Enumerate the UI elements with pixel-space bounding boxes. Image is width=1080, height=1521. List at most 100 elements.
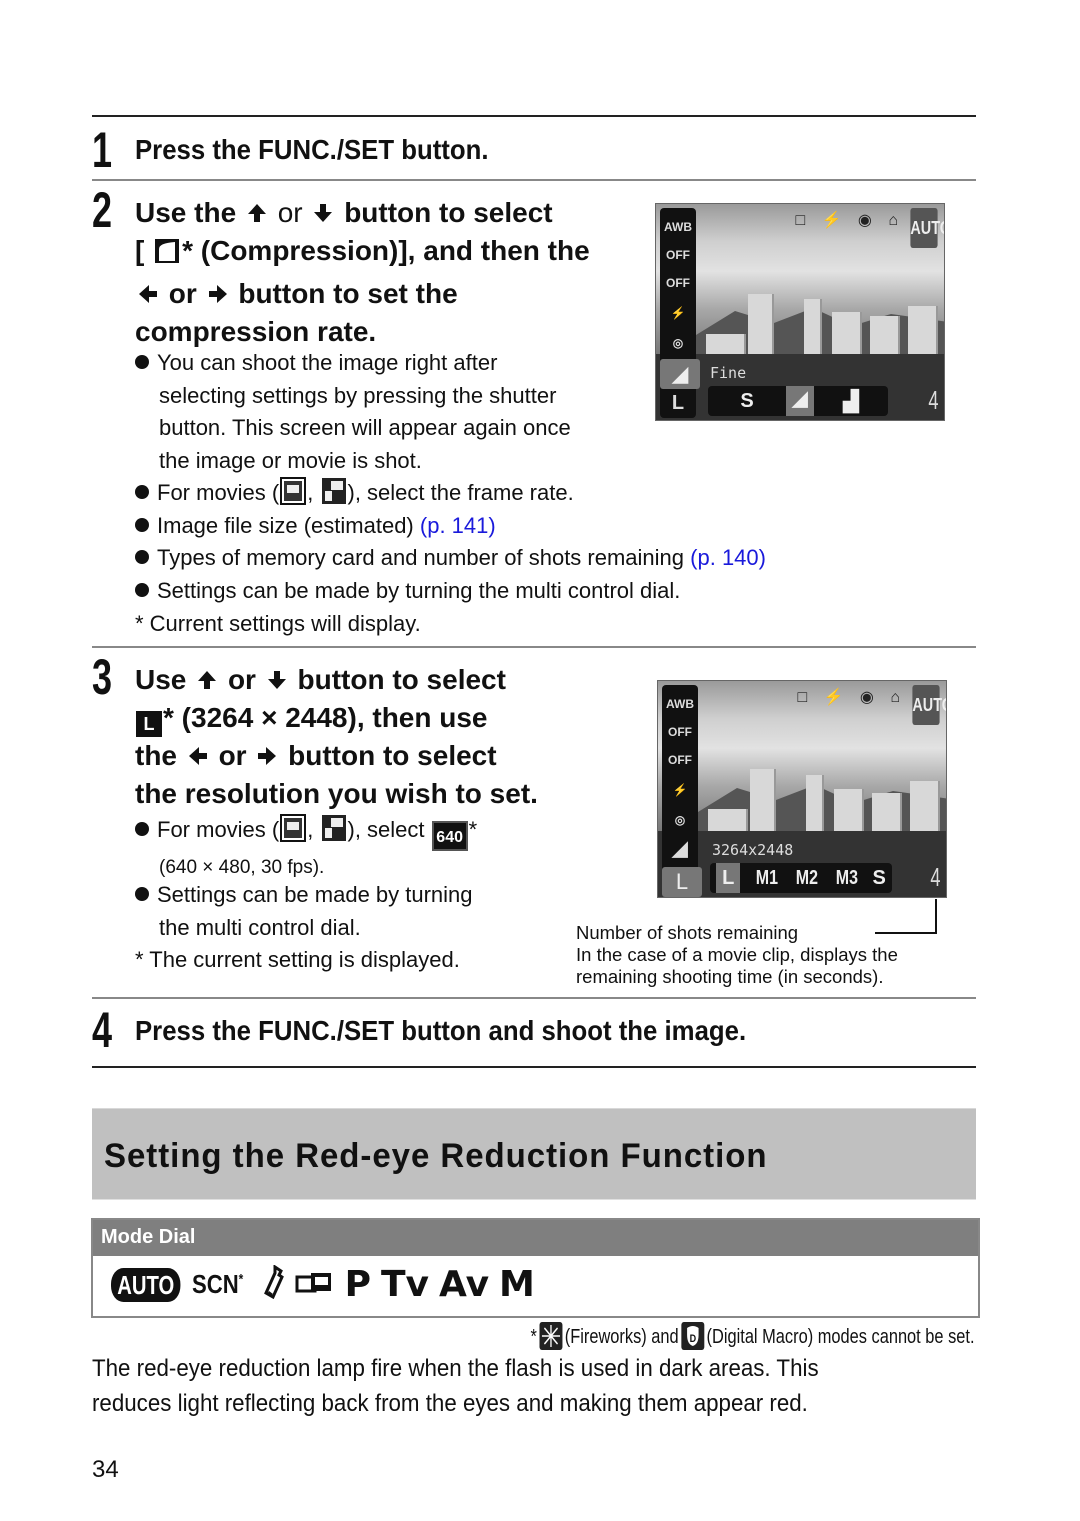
text: the image or movie is shot. — [159, 447, 422, 473]
text: * (Compression)], and then the — [182, 235, 590, 266]
mode-dial-box: Mode Dial AUTO SCN* P Tv Av M — [91, 1218, 980, 1318]
text: * — [468, 817, 478, 842]
mode-color-accent-icon — [263, 1264, 285, 1304]
metering-icon: ◎ — [674, 813, 686, 827]
bullet-dot — [135, 518, 149, 532]
text: button to select — [344, 197, 553, 228]
text: ), select — [347, 817, 425, 842]
step-3-heading-line-2: L * (3264 × 2448), then use — [135, 699, 595, 737]
bullet-dot — [135, 822, 149, 836]
caption-label: Number of shots remaining — [576, 922, 799, 943]
text: Use the — [135, 197, 237, 228]
paragraph-line: The red-eye reduction lamp fire when the… — [92, 1355, 819, 1382]
option-m1: M1 — [755, 866, 778, 889]
shots-remaining: 4 — [929, 862, 940, 892]
step-4-heading: Press the FUNC./SET button and shoot the… — [135, 1015, 747, 1046]
bullet-movies-frame-rate: For movies (, ), select the frame rate. — [135, 477, 574, 515]
step-3-heading-line-1: Use or button to select — [135, 661, 595, 699]
movie-standard-icon — [280, 477, 307, 515]
option-m2: M2 — [795, 866, 818, 889]
awb-icon: AWB — [666, 697, 694, 711]
screen-status-icons: □ ⚡ ◉ ⌂ — [797, 689, 906, 706]
page-link-141[interactable]: (p. 141) — [420, 513, 496, 538]
compression-options: S ◢ ▟ — [708, 386, 888, 416]
text: * (3264 × 2448), then use — [163, 702, 488, 733]
camera-screen-resolution: AWB OFF OFF ⚡ ◎ ◢ L □ ⚡ ◉ ⌂ AUTO 3264x24… — [657, 680, 947, 898]
text: Types of memory card and number of shots… — [157, 545, 685, 570]
step-3-heading: Use or button to select L * (3264 × 2448)… — [135, 661, 595, 813]
mode-dial-header: Mode Dial — [93, 1220, 978, 1256]
paragraph-line: reduces light reflecting back from the e… — [92, 1389, 808, 1417]
resolution-selected-icon: L — [662, 867, 702, 897]
mode-auto-icon: AUTO — [111, 1267, 181, 1302]
text: or — [227, 664, 256, 695]
text: selecting settings by pressing the shutt… — [159, 382, 557, 408]
text: the multi control dial. — [159, 914, 361, 940]
shots-remaining-caption: Number of shots remaining In the case of… — [576, 922, 898, 988]
mode-tv: Tv — [380, 1264, 429, 1305]
shots-remaining: 4 — [927, 385, 938, 415]
text: Image file size (estimated) — [157, 513, 414, 538]
movie-640-icon: 640 — [431, 821, 468, 851]
movie-compact-icon — [321, 814, 347, 852]
step-divider-2 — [92, 646, 976, 648]
up-arrow-icon — [196, 663, 218, 689]
left-arrow-icon — [137, 277, 159, 303]
text: Settings can be made by turning — [157, 882, 473, 907]
step-2-heading-line-2: [ * (Compression)], and then the — [135, 232, 635, 275]
digital-macro-icon: D — [681, 1322, 705, 1350]
option-small: S — [872, 866, 886, 889]
section-title: Setting the Red-eye Reduction Function — [104, 1137, 768, 1175]
caption-text: remaining shooting time (in seconds). — [576, 966, 884, 987]
movie-standard-icon — [280, 814, 307, 852]
down-arrow-icon — [312, 196, 334, 222]
mode-dial-modes: AUTO SCN* P Tv Av M — [111, 1264, 535, 1305]
option-m3: M3 — [835, 866, 858, 889]
bullet-dot — [135, 355, 149, 369]
awb-icon: AWB — [664, 220, 692, 234]
bullet-multi-control-dial: Settings can be made by turning the mult… — [135, 575, 680, 608]
compression-selected-icon: ◢ — [660, 359, 700, 389]
compression-icon: ◢ — [672, 838, 688, 860]
text: or — [218, 740, 247, 771]
text: the — [135, 740, 177, 771]
bullet-memory-card: Types of memory card and number of shots… — [135, 542, 766, 575]
step-2-heading-line-4: compression rate. — [135, 316, 377, 347]
text: For movies ( — [157, 480, 280, 505]
movie-compact-icon — [321, 477, 347, 515]
step-3-note: * The current setting is displayed. — [135, 947, 460, 972]
option-large: L — [716, 863, 741, 893]
bullet-multi-control-dial: Settings can be made by turning the mult… — [135, 879, 473, 944]
step-2-note: * Current settings will display. — [135, 611, 421, 636]
caption-text: In the case of a movie clip, displays th… — [576, 944, 898, 965]
caption-leader-vertical — [935, 899, 937, 933]
step-2-number: 2 — [92, 182, 113, 238]
text: For movies ( — [157, 817, 280, 842]
text: button to select — [297, 664, 506, 695]
step-3-heading-line-4: the resolution you wish to set. — [135, 778, 538, 809]
section-banner: Setting the Red-eye Reduction Function — [92, 1108, 976, 1200]
option-fine: ◢ — [786, 386, 814, 416]
text: , — [307, 480, 314, 505]
bullet-dot — [135, 583, 149, 597]
up-arrow-icon — [246, 196, 268, 222]
text: Settings can be made by turning the mult… — [157, 578, 681, 603]
step-3-heading-line-3: the or button to select — [135, 737, 595, 775]
bullet-file-size: Image file size (estimated) (p. 141) — [135, 510, 496, 543]
step-divider-3 — [92, 997, 976, 999]
mode-stitch-assist-icon — [295, 1269, 335, 1300]
bracket-off-icon: OFF — [666, 276, 690, 290]
bracket-off-icon: OFF — [668, 753, 692, 767]
text: (Digital Macro) modes cannot be set. — [707, 1326, 975, 1348]
metering-icon: ◎ — [672, 336, 684, 350]
page-link-140[interactable]: (p. 140) — [690, 545, 766, 570]
resolution-l-icon: L — [671, 392, 685, 414]
step-2-heading: Use the or button to select [ * (Compres… — [135, 194, 635, 351]
top-rule — [92, 115, 976, 117]
bullet-movies-resolution: For movies (, ), select 640 * (640 × 480,… — [135, 814, 477, 884]
step-3-number: 3 — [92, 649, 113, 705]
fireworks-icon — [539, 1322, 563, 1350]
camera-screen-compression: AWB OFF OFF ⚡ ◎ ◢ L □ ⚡ ◉ ⌂ AUTO Fine S … — [655, 203, 945, 421]
text: [ — [135, 235, 145, 266]
resolution-large-icon: L — [136, 711, 162, 737]
